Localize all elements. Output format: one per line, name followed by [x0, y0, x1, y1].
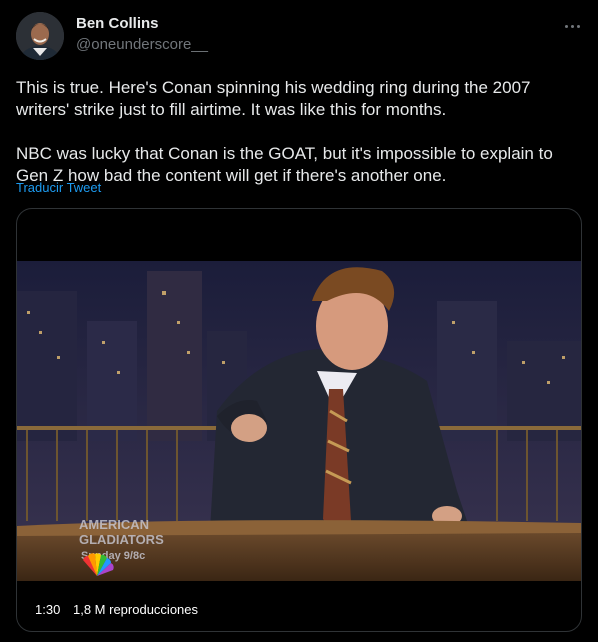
display-name[interactable]: Ben Collins [76, 15, 159, 32]
video-player[interactable]: AMERICAN GLADIATORS Sunday 9/8c 1:30 1,8… [16, 208, 582, 632]
translate-tweet-link[interactable]: Traducir Tweet [16, 180, 101, 195]
tweet-paragraph-1: This is true. Here's Conan spinning his … [16, 78, 531, 119]
video-frame[interactable]: AMERICAN GLADIATORS Sunday 9/8c [17, 261, 581, 581]
more-horizontal-icon[interactable] [558, 14, 586, 38]
overlay-line-1: AMERICAN [79, 517, 149, 532]
avatar[interactable] [16, 12, 64, 60]
video-views-badge: 1,8 M reproducciones [67, 599, 205, 621]
tweet: Ben Collins @oneunderscore__ This is tru… [0, 0, 598, 642]
user-handle[interactable]: @oneunderscore__ [76, 36, 208, 53]
overlay-line-2: GLADIATORS [79, 532, 164, 547]
video-duration-badge: 1:30 [29, 599, 67, 621]
tweet-text: This is true. Here's Conan spinning his … [16, 77, 582, 187]
